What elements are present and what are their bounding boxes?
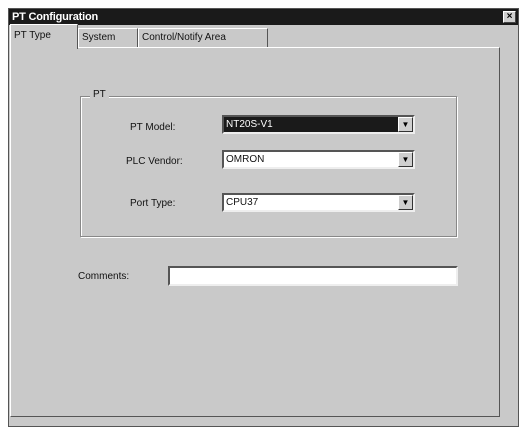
tab-label: System [82,32,116,43]
pt-model-dropdown-button[interactable]: ▼ [398,117,413,132]
close-icon: × [506,11,513,22]
close-button[interactable]: × [503,11,516,23]
chevron-down-icon: ▼ [401,120,410,129]
comments-input[interactable] [168,266,458,286]
port-type-value: CPU37 [226,197,259,208]
plc-vendor-value: OMRON [226,154,265,165]
plc-vendor-label: PLC Vendor: [126,156,183,167]
tab-control-notify-area[interactable]: Control/Notify Area [138,28,268,47]
tab-system[interactable]: System [78,28,138,47]
pt-group-legend: PT [90,88,109,102]
tab-label: PT Type [14,30,51,41]
port-type-label: Port Type: [130,198,176,209]
port-type-dropdown-button[interactable]: ▼ [398,195,413,210]
plc-vendor-dropdown[interactable]: OMRON ▼ [222,150,415,169]
plc-vendor-dropdown-button[interactable]: ▼ [398,152,413,167]
tab-pt-type[interactable]: PT Type [10,24,78,49]
pt-model-value: NT20S-V1 [226,119,273,130]
pt-model-dropdown[interactable]: NT20S-V1 ▼ [222,115,415,134]
comments-label: Comments: [78,271,130,282]
pt-model-label: PT Model: [130,122,176,133]
window-title: PT Configuration [12,11,99,23]
title-bar[interactable]: PT Configuration × [9,9,518,25]
chevron-down-icon: ▼ [401,155,410,164]
tab-label: Control/Notify Area [142,32,226,43]
chevron-down-icon: ▼ [401,198,410,207]
port-type-dropdown[interactable]: CPU37 ▼ [222,193,415,212]
